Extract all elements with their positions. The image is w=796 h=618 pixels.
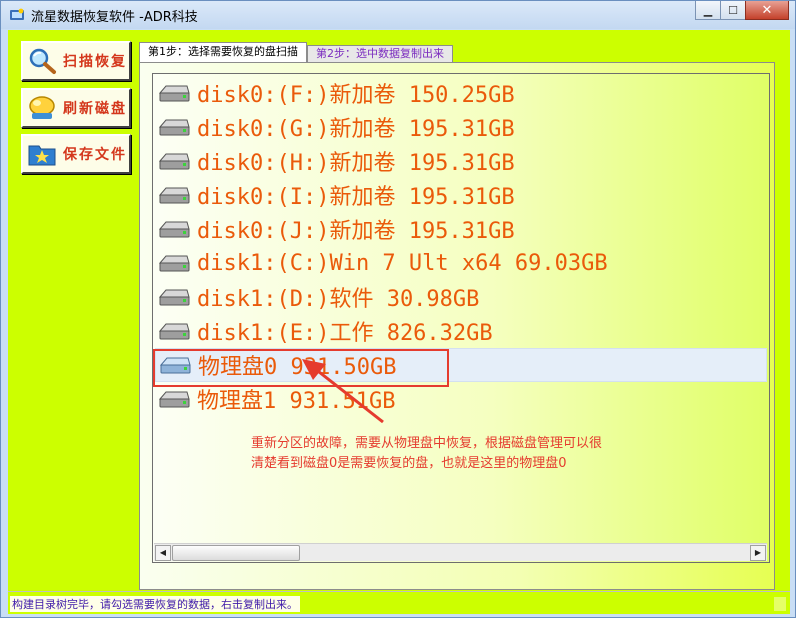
client-area: 扫描恢复 刷新磁盘 保存文件 第1步：选择需要恢复的盘扫描 第2步：选中数据复制… (8, 30, 790, 614)
disk-item-label: disk0:(J:)新加卷 195.31GB (197, 219, 515, 244)
disk-list[interactable]: disk0:(F:)新加卷 150.25GB disk0:(G:)新加卷 195… (152, 73, 770, 563)
window-controls: ▁ ☐ ✕ (695, 1, 789, 21)
minimize-button[interactable]: ▁ (695, 1, 721, 20)
status-text: 构建目录树完毕，请勾选需要恢复的数据，右击复制出来。 (10, 596, 300, 612)
disk-item-label: disk1:(C:)Win 7 Ult x64 69.03GB (197, 250, 608, 276)
magnifier-icon (29, 48, 56, 74)
disk-item-label: disk0:(G:)新加卷 195.31GB (197, 117, 515, 142)
refresh-disk-button[interactable]: 刷新磁盘 (21, 88, 131, 128)
disk-item-label: disk1:(D:)软件 30.98GB (197, 287, 480, 312)
save-file-icon (28, 145, 56, 166)
disk-item-label: disk0:(I:)新加卷 195.31GB (197, 185, 515, 210)
maximize-button[interactable]: ☐ (720, 1, 746, 20)
disk-list-item[interactable]: 物理盘1 931.51GB (155, 382, 767, 416)
title-bar[interactable]: 流星数据恢复软件 -ADR科技 ▁ ☐ ✕ (1, 1, 795, 29)
disk-list-item[interactable]: disk1:(C:)Win 7 Ult x64 69.03GB (155, 246, 767, 280)
disk-list-item[interactable]: disk1:(E:)工作 826.32GB (155, 314, 767, 348)
disk-list-item[interactable]: disk0:(J:)新加卷 195.31GB (155, 212, 767, 246)
hard-disk-icon (158, 255, 190, 272)
disk-list-item[interactable]: disk1:(D:)软件 30.98GB (155, 280, 767, 314)
status-bar: 构建目录树完毕，请勾选需要恢复的数据，右击复制出来。 (8, 591, 790, 613)
app-window: 流星数据恢复软件 -ADR科技 ▁ ☐ ✕ 扫描恢复 刷新磁盘 保存文件 第1步… (0, 0, 796, 618)
refresh-disk-icon (29, 96, 55, 119)
disk-list-item[interactable]: disk0:(F:)新加卷 150.25GB (155, 76, 767, 110)
disk-list-item[interactable]: disk0:(G:)新加卷 195.31GB (155, 110, 767, 144)
resize-grip-icon[interactable] (774, 597, 786, 611)
disk-list-item[interactable]: disk0:(I:)新加卷 195.31GB (155, 178, 767, 212)
horizontal-scrollbar[interactable]: ◀ ▶ (154, 543, 767, 561)
step-tabs: 第1步：选择需要恢复的盘扫描 第2步：选中数据复制出来 (139, 42, 453, 63)
refresh-disk-label: 刷新磁盘 (63, 101, 127, 117)
disk-list-item[interactable]: disk0:(H:)新加卷 195.31GB (155, 144, 767, 178)
app-icon (10, 8, 24, 20)
close-button[interactable]: ✕ (745, 1, 789, 20)
tab-step2[interactable]: 第2步：选中数据复制出来 (307, 45, 453, 62)
disk-item-label: disk0:(H:)新加卷 195.31GB (197, 151, 515, 176)
hard-disk-icon (158, 119, 190, 136)
scan-recover-button[interactable]: 扫描恢复 (21, 41, 131, 81)
disk-item-label: disk0:(F:)新加卷 150.25GB (197, 83, 515, 108)
scroll-right-arrow-icon[interactable]: ▶ (750, 545, 766, 561)
hard-disk-icon (158, 221, 190, 238)
scroll-left-arrow-icon[interactable]: ◀ (155, 545, 171, 561)
annotation-text: 重新分区的故障，需要从物理盘中恢复，根据磁盘管理可以很 清楚看到磁盘0是需要恢复… (251, 434, 691, 474)
physical-disk-icon (158, 391, 190, 408)
hard-disk-icon (158, 187, 190, 204)
scroll-thumb[interactable] (172, 545, 300, 561)
disk-item-label: 物理盘1 931.51GB (197, 389, 396, 414)
tab-step1[interactable]: 第1步：选择需要恢复的盘扫描 (139, 42, 307, 62)
save-file-button[interactable]: 保存文件 (21, 134, 131, 174)
window-title: 流星数据恢复软件 -ADR科技 (31, 10, 198, 25)
scan-recover-label: 扫描恢复 (63, 54, 127, 70)
annotation-line-1: 重新分区的故障，需要从物理盘中恢复，根据磁盘管理可以很 (251, 436, 603, 451)
hard-disk-icon (158, 289, 190, 306)
disk-item-label: disk1:(E:)工作 826.32GB (197, 321, 493, 346)
hard-disk-icon (158, 85, 190, 102)
hard-disk-icon (158, 153, 190, 170)
save-file-label: 保存文件 (63, 147, 127, 163)
annotation-highlight-box (153, 349, 449, 387)
hard-disk-icon (158, 323, 190, 340)
annotation-line-2: 清楚看到磁盘0是需要恢复的盘，也就是这里的物理盘0 (251, 456, 567, 471)
